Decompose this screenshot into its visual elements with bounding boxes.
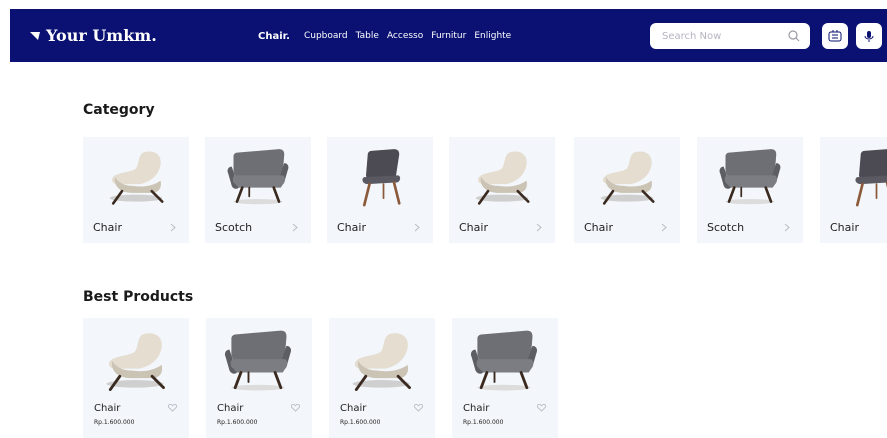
chevron-right-icon <box>661 223 667 232</box>
product-price: Rp.1.600.000 <box>340 419 381 426</box>
category-title: Category <box>83 102 155 118</box>
nav-furnitur[interactable]: Furnitur <box>431 31 466 42</box>
chevron-right-icon <box>170 223 176 232</box>
product-image <box>343 326 419 398</box>
category-label: Chair <box>830 221 859 234</box>
chevron-right-icon <box>536 223 542 232</box>
category-label: Chair <box>93 221 122 234</box>
chair-image <box>592 145 662 211</box>
product-name: Chair <box>463 403 490 414</box>
chair-image <box>467 145 537 211</box>
chair-image <box>223 145 293 211</box>
category-card[interactable]: Chair <box>327 137 433 243</box>
product-price: Rp.1.600.000 <box>463 419 504 426</box>
product-name: Chair <box>217 403 244 414</box>
chair-image <box>345 145 415 211</box>
nav-chair[interactable]: Chair. <box>258 31 290 42</box>
category-label: Chair <box>584 221 613 234</box>
nav-table[interactable]: Table <box>356 31 379 42</box>
category-label: Chair <box>337 221 366 234</box>
logo-mark-icon <box>30 31 40 40</box>
brand-logo[interactable]: Your Umkm. <box>30 26 157 45</box>
chevron-right-icon <box>414 223 420 232</box>
nav-cupboard[interactable]: Cupboard <box>304 31 348 42</box>
product-name: Chair <box>94 403 121 414</box>
heart-icon[interactable] <box>168 404 177 412</box>
category-card[interactable]: Chair <box>820 137 887 243</box>
chevron-right-icon <box>292 223 298 232</box>
product-card[interactable]: Chair Rp.1.600.000 <box>452 318 558 438</box>
grid-button[interactable] <box>822 23 848 49</box>
chair-image <box>101 145 171 211</box>
chevron-right-icon <box>784 223 790 232</box>
heart-icon[interactable] <box>291 404 300 412</box>
nav-enlighte[interactable]: Enlighte <box>474 31 511 42</box>
category-label: Scotch <box>707 221 745 234</box>
product-image <box>97 326 173 398</box>
product-price: Rp.1.600.000 <box>217 419 258 426</box>
heart-icon[interactable] <box>414 404 423 412</box>
category-nav: Chair. Cupboard Table Accesso Furnitur E… <box>258 31 511 42</box>
search-input[interactable] <box>660 29 774 43</box>
chair-image <box>715 145 785 211</box>
microphone-icon <box>864 31 874 42</box>
category-card[interactable]: Chair <box>449 137 555 243</box>
product-card[interactable]: Chair Rp.1.600.000 <box>329 318 435 438</box>
category-label: Chair <box>459 221 488 234</box>
product-card[interactable]: Chair Rp.1.600.000 <box>206 318 312 438</box>
nav-accesso[interactable]: Accesso <box>387 31 423 42</box>
chair-image <box>838 145 887 211</box>
product-image <box>466 326 542 398</box>
top-navbar: Your Umkm. Chair. Cupboard Table Accesso… <box>10 9 887 62</box>
product-card[interactable]: Chair Rp.1.600.000 <box>83 318 189 438</box>
category-card[interactable]: Chair <box>574 137 680 243</box>
mic-button[interactable] <box>856 23 882 49</box>
search-icon[interactable] <box>788 30 800 42</box>
heart-icon[interactable] <box>537 404 546 412</box>
best-products-title: Best Products <box>83 289 194 305</box>
brand-name: Your Umkm. <box>46 26 157 45</box>
category-card[interactable]: Scotch <box>697 137 803 243</box>
product-image <box>220 326 296 398</box>
grid-icon <box>828 30 842 42</box>
product-price: Rp.1.600.000 <box>94 419 135 426</box>
category-card[interactable]: Scotch <box>205 137 311 243</box>
category-card[interactable]: Chair <box>83 137 189 243</box>
product-name: Chair <box>340 403 367 414</box>
category-label: Scotch <box>215 221 253 234</box>
search-box <box>650 23 810 49</box>
